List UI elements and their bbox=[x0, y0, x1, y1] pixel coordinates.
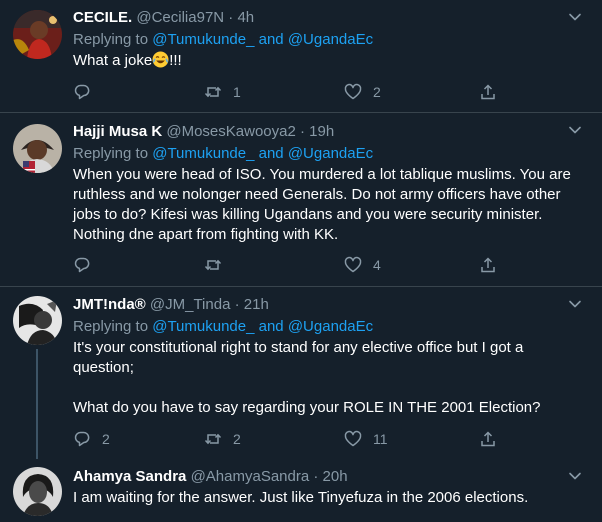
reply-icon bbox=[74, 257, 90, 273]
separator-dot: · bbox=[300, 123, 305, 140]
mention-link[interactable]: @Tumukunde_ bbox=[152, 31, 254, 48]
retweet-icon bbox=[204, 259, 222, 271]
mention-link[interactable]: @Tumukunde_ bbox=[152, 145, 254, 162]
tweet-text-paragraph: It's your constitutional right to stand … bbox=[73, 339, 524, 376]
replying-to: Replying to @Tumukunde_ and @UgandaEc bbox=[73, 317, 576, 337]
avatar[interactable] bbox=[13, 296, 62, 345]
share-button[interactable] bbox=[479, 429, 497, 449]
separator-dot: · bbox=[234, 296, 240, 313]
tweet[interactable]: JMT!nda® @JM_Tinda · 21h Replying to @Tu… bbox=[0, 287, 602, 459]
replying-label: Replying to bbox=[73, 145, 149, 162]
tweet-header: Ahamya Sandra @AhamyaSandra · 20h bbox=[73, 467, 576, 487]
retweet-count: 2 bbox=[233, 431, 241, 447]
retweet-button[interactable] bbox=[204, 255, 233, 275]
display-name[interactable]: JMT!nda® bbox=[73, 296, 146, 313]
timestamp[interactable]: 20h bbox=[323, 468, 348, 485]
heart-icon bbox=[344, 256, 362, 273]
tweet-text-part: !!! bbox=[169, 52, 182, 69]
mention-link[interactable]: @UgandaEc bbox=[288, 145, 373, 162]
timestamp[interactable]: 4h bbox=[237, 9, 254, 26]
user-handle[interactable]: @Cecilia97N bbox=[136, 9, 224, 26]
tweet-header: CECILE. @Cecilia97N · 4h bbox=[73, 8, 576, 28]
retweet-icon bbox=[204, 86, 222, 98]
retweet-icon bbox=[204, 433, 222, 445]
mention-and: and bbox=[258, 318, 284, 335]
tweet[interactable]: Ahamya Sandra @AhamyaSandra · 20h I am w… bbox=[0, 459, 602, 522]
tweet-actions: 1 2 bbox=[73, 82, 553, 102]
display-name[interactable]: Hajji Musa K bbox=[73, 123, 162, 140]
separator-dot: · bbox=[313, 468, 319, 485]
avatar[interactable] bbox=[13, 467, 62, 516]
tweet-feed: CECILE. @Cecilia97N · 4h Replying to @Tu… bbox=[0, 0, 602, 522]
reply-icon bbox=[74, 431, 90, 447]
retweet-button[interactable]: 1 bbox=[204, 82, 241, 102]
reply-button[interactable]: 2 bbox=[73, 429, 110, 449]
heart-icon bbox=[344, 83, 362, 100]
user-handle[interactable]: @MosesKawooya2 bbox=[166, 123, 295, 140]
share-icon bbox=[481, 84, 495, 100]
avatar[interactable] bbox=[13, 10, 62, 59]
tweet-header: Hajji Musa K @MosesKawooya2 · 19h bbox=[73, 122, 576, 142]
reply-button[interactable] bbox=[73, 255, 102, 275]
separator-dot: · bbox=[228, 9, 234, 26]
thread-line bbox=[36, 349, 38, 459]
tweet-actions: 4 bbox=[73, 255, 553, 275]
heart-icon bbox=[344, 430, 362, 447]
tweet-actions: 2 2 11 bbox=[73, 429, 553, 449]
replying-to: Replying to @Tumukunde_ and @UgandaEc bbox=[73, 144, 576, 164]
share-button[interactable] bbox=[479, 255, 497, 275]
mention-and: and bbox=[258, 31, 284, 48]
replying-label: Replying to bbox=[73, 31, 149, 48]
face-with-tears-of-joy-icon bbox=[152, 51, 169, 68]
reply-button[interactable] bbox=[73, 82, 102, 102]
tweet-text: When you were head of ISO. You murdered … bbox=[73, 166, 571, 243]
tweet-text-paragraph: What do you have to say regarding your R… bbox=[73, 399, 541, 416]
replying-to: Replying to @Tumukunde_ and @UgandaEc bbox=[73, 30, 576, 50]
share-icon bbox=[481, 431, 495, 447]
tweet[interactable]: Hajji Musa K @MosesKawooya2 · 19h Replyi… bbox=[0, 113, 602, 286]
mention-link[interactable]: @UgandaEc bbox=[288, 318, 373, 335]
mention-and: and bbox=[258, 145, 284, 162]
timestamp[interactable]: 19h bbox=[309, 123, 334, 140]
mention-link[interactable]: @UgandaEc bbox=[288, 31, 373, 48]
like-button[interactable]: 2 bbox=[344, 82, 381, 102]
user-handle[interactable]: @JM_Tinda bbox=[150, 296, 231, 313]
replying-label: Replying to bbox=[73, 318, 149, 335]
like-button[interactable]: 4 bbox=[344, 255, 381, 275]
tweet-text: What a joke !!! bbox=[73, 51, 576, 71]
reply-count: 2 bbox=[102, 431, 110, 447]
tweet-text-part: What a joke bbox=[73, 52, 153, 69]
share-icon bbox=[481, 257, 495, 273]
like-count: 11 bbox=[373, 431, 388, 447]
like-count: 4 bbox=[373, 257, 381, 273]
mention-link[interactable]: @Tumukunde_ bbox=[152, 318, 254, 335]
retweet-count: 1 bbox=[233, 84, 241, 100]
tweet-header: JMT!nda® @JM_Tinda · 21h bbox=[73, 295, 576, 315]
timestamp[interactable]: 21h bbox=[244, 296, 269, 313]
tweet-text: I am waiting for the answer. Just like T… bbox=[73, 489, 529, 506]
like-button[interactable]: 11 bbox=[344, 429, 388, 449]
avatar[interactable] bbox=[13, 124, 62, 173]
like-count: 2 bbox=[373, 84, 381, 100]
share-button[interactable] bbox=[479, 82, 497, 102]
retweet-button[interactable]: 2 bbox=[204, 429, 241, 449]
tweet[interactable]: CECILE. @Cecilia97N · 4h Replying to @Tu… bbox=[0, 0, 602, 112]
reply-icon bbox=[74, 84, 90, 100]
user-handle[interactable]: @AhamyaSandra bbox=[191, 468, 310, 485]
display-name[interactable]: CECILE. bbox=[73, 9, 132, 26]
display-name[interactable]: Ahamya Sandra bbox=[73, 468, 186, 485]
